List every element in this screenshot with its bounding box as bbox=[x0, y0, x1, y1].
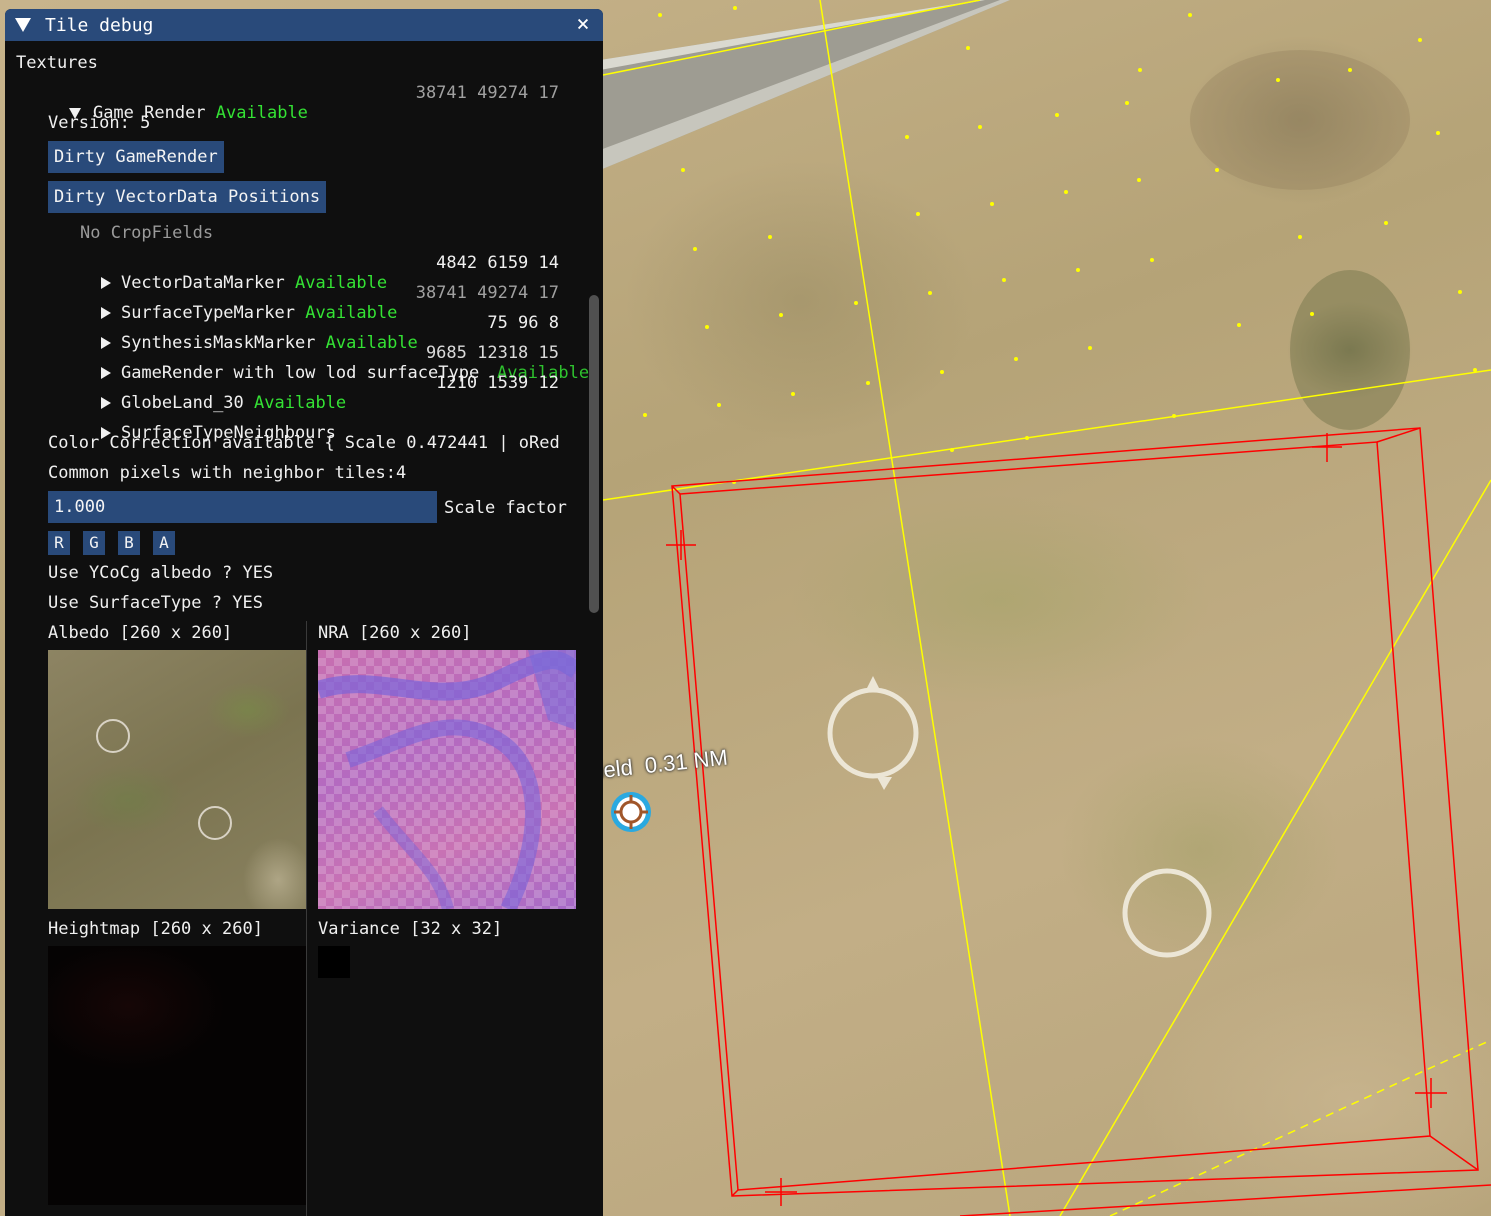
no-cropfields-text: No CropFields bbox=[80, 223, 214, 243]
tile-debug-window: Tile debug × Textures Game Render Availa… bbox=[5, 9, 603, 1216]
game-render-coords: 38741 49274 17 bbox=[415, 83, 559, 103]
albedo-texture-image bbox=[48, 650, 306, 909]
ycocg-text: Use YCoCg albedo ? YES bbox=[48, 563, 274, 583]
window-title: Tile debug bbox=[45, 14, 154, 36]
channel-a-button[interactable]: A bbox=[153, 531, 175, 555]
nra-texture-image bbox=[318, 650, 576, 909]
nra-preview bbox=[318, 650, 576, 909]
version-text: Version: 5 bbox=[48, 113, 151, 133]
variance-label: Variance [32 x 32] bbox=[318, 919, 503, 939]
node-coords: 75 96 8 bbox=[487, 313, 559, 333]
window-titlebar[interactable]: Tile debug × bbox=[5, 9, 603, 41]
heightmap-label: Heightmap [260 x 260] bbox=[48, 919, 263, 939]
column-divider bbox=[306, 621, 307, 1216]
variance-texture-image bbox=[318, 946, 350, 978]
panel-scrollbar[interactable] bbox=[589, 295, 599, 613]
dirty-gamerender-button[interactable]: Dirty GameRender bbox=[48, 141, 224, 173]
scale-factor-input[interactable]: 1.000 bbox=[48, 491, 437, 523]
common-pixels-text: Common pixels with neighbor tiles:4 bbox=[48, 463, 407, 483]
surfacetype-text: Use SurfaceType ? YES bbox=[48, 593, 263, 613]
node-coords: 1210 1539 12 bbox=[436, 373, 559, 393]
scale-factor-label: Scale factor bbox=[444, 498, 567, 518]
game-render-status: Available bbox=[215, 103, 308, 123]
node-coords: 9685 12318 15 bbox=[425, 343, 559, 363]
airport-marker-icon[interactable] bbox=[610, 790, 654, 834]
nra-label: NRA [260 x 260] bbox=[318, 623, 472, 643]
channel-b-button[interactable]: B bbox=[118, 531, 140, 555]
textures-header[interactable]: Textures bbox=[16, 53, 98, 73]
albedo-label: Albedo [260 x 260] bbox=[48, 623, 233, 643]
collapse-icon[interactable] bbox=[15, 18, 31, 32]
color-correction-text: Color Correction available { Scale 0.472… bbox=[48, 433, 560, 453]
node-coords: 38741 49274 17 bbox=[415, 283, 559, 303]
node-coords: 4842 6159 14 bbox=[436, 253, 559, 273]
channel-r-button[interactable]: R bbox=[48, 531, 70, 555]
close-icon[interactable]: × bbox=[571, 13, 595, 37]
dirty-vectordata-button[interactable]: Dirty VectorData Positions bbox=[48, 181, 327, 213]
channel-g-button[interactable]: G bbox=[83, 531, 105, 555]
heightmap-texture-image bbox=[48, 946, 306, 1205]
albedo-preview bbox=[96, 719, 232, 840]
